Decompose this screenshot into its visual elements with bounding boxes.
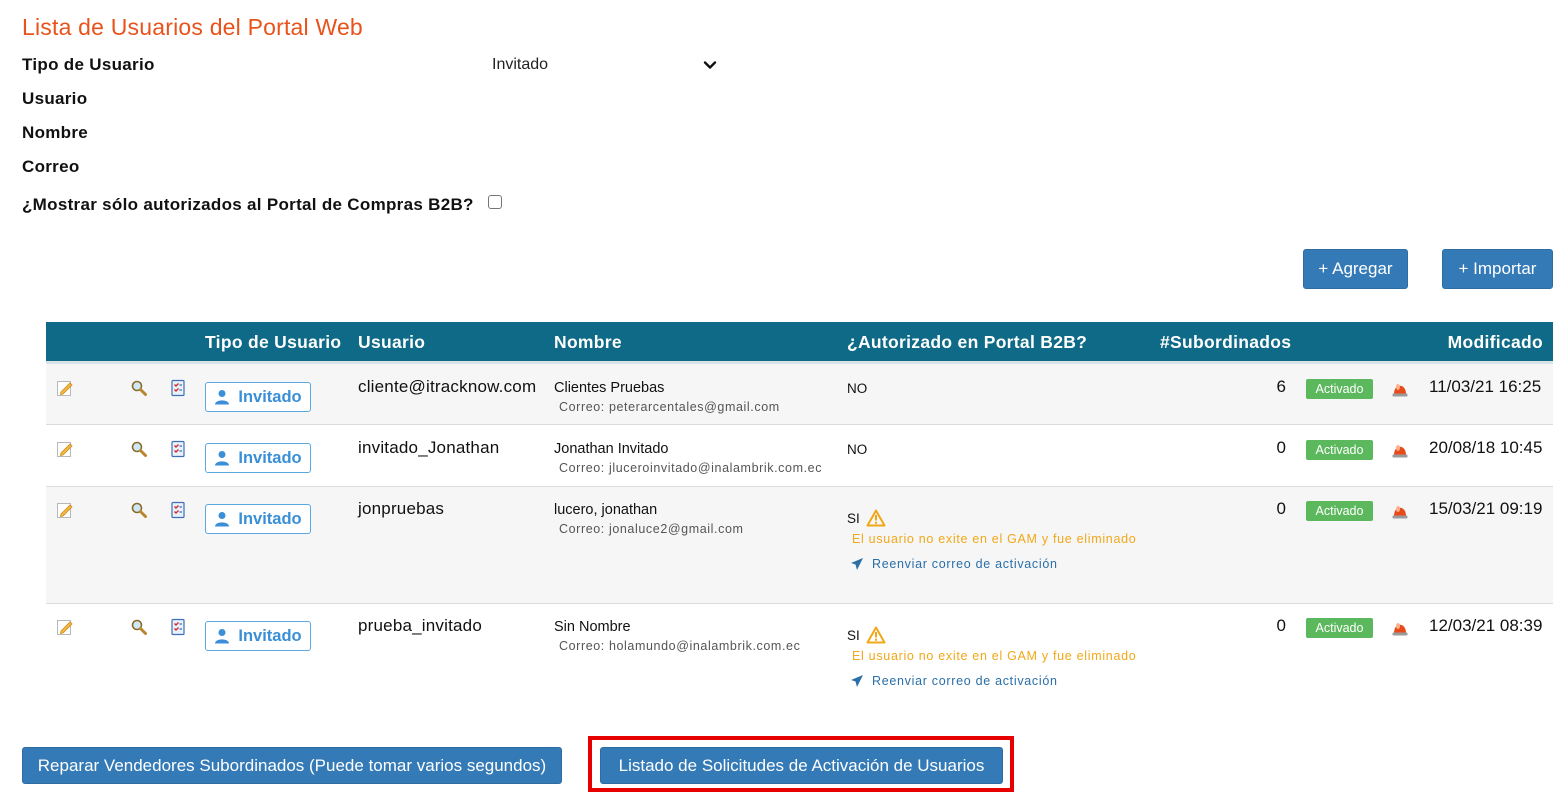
import-button[interactable]: + Importar <box>1442 249 1553 289</box>
role-label: Invitado <box>238 387 302 406</box>
table-row: Invitado cliente@itracknow.com Clientes … <box>46 364 1553 425</box>
table-row: Invitado invitado_Jonathan Jonathan Invi… <box>46 425 1553 487</box>
email-value: Correo: holamundo@inalambrik.com.ec <box>559 639 801 653</box>
user-type-select[interactable]: Invitado <box>486 52 722 78</box>
authorized-value: SI <box>847 510 860 526</box>
alarm-icon[interactable] <box>1391 439 1409 459</box>
warning-icon <box>866 509 886 527</box>
full-name: lucero, jonathan <box>554 502 658 518</box>
header-modified: Modificado <box>1447 332 1543 352</box>
name-label: Nombre <box>22 123 89 142</box>
role-label: Invitado <box>238 626 302 645</box>
authorized-only-label: ¿Mostrar sólo autorizados al Portal de C… <box>22 195 474 214</box>
role-button[interactable]: Invitado <box>205 504 311 534</box>
modified-date: 11/03/21 16:25 <box>1429 377 1542 396</box>
header-name: Nombre <box>554 332 622 352</box>
search-icon[interactable] <box>130 618 148 636</box>
resend-activation-label: Reenviar correo de activación <box>872 674 1058 688</box>
gam-warning-message: El usuario no exite en el GAM y fue elim… <box>852 532 1137 546</box>
authorized-value: NO <box>847 381 868 396</box>
email-value: Correo: jonaluce2@gmail.com <box>559 522 744 536</box>
alarm-icon[interactable] <box>1391 617 1409 637</box>
authorized-value: SI <box>847 627 860 643</box>
search-icon[interactable] <box>130 501 148 519</box>
edit-icon[interactable] <box>56 501 74 519</box>
warning-icon <box>866 626 886 644</box>
role-label: Invitado <box>238 509 302 528</box>
user-type-label: Tipo de Usuario <box>22 55 155 74</box>
send-icon <box>851 558 863 570</box>
full-name: Jonathan Invitado <box>554 441 669 457</box>
resend-activation-link[interactable]: Reenviar correo de activación <box>850 674 1058 688</box>
modified-date: 12/03/21 08:39 <box>1429 616 1543 635</box>
subordinates-count: 6 <box>1276 377 1286 396</box>
authorized-status: NO <box>847 442 867 457</box>
full-name: Sin Nombre <box>554 619 631 635</box>
role-button[interactable]: Invitado <box>205 382 311 412</box>
repair-subordinates-button[interactable]: Reparar Vendedores Subordinados (Puede t… <box>22 747 562 784</box>
modified-date: 20/08/18 10:45 <box>1429 438 1543 457</box>
user-icon <box>215 451 230 466</box>
header-user-type: Tipo de Usuario <box>205 332 342 352</box>
table-row: Invitado jonpruebas lucero, jonathan Cor… <box>46 487 1553 604</box>
user-icon <box>215 629 230 644</box>
header-authorized: ¿Autorizado en Portal B2B? <box>847 332 1088 352</box>
authorized-status: SI <box>847 626 886 644</box>
user-label: Usuario <box>22 89 88 108</box>
header-user: Usuario <box>358 332 426 352</box>
status-badge: Activado <box>1306 501 1373 521</box>
modified-date: 15/03/21 09:19 <box>1429 499 1543 518</box>
user-icon <box>215 512 230 527</box>
table-row: Invitado prueba_invitado Sin Nombre Corr… <box>46 604 1553 714</box>
role-button[interactable]: Invitado <box>205 621 311 651</box>
edit-icon[interactable] <box>56 379 74 397</box>
user-icon <box>215 390 230 405</box>
status-badge: Activado <box>1306 618 1373 638</box>
table-header: Tipo de Usuario Usuario Nombre ¿Autoriza… <box>46 322 1553 364</box>
checklist-icon[interactable] <box>169 440 187 458</box>
email-value: Correo: jluceroinvitado@inalambrik.com.e… <box>559 461 823 475</box>
checklist-icon[interactable] <box>169 501 187 519</box>
resend-activation-label: Reenviar correo de activación <box>872 557 1058 571</box>
search-icon[interactable] <box>130 440 148 458</box>
checklist-icon[interactable] <box>169 618 187 636</box>
user-type-selected-value: Invitado <box>492 56 549 73</box>
gam-warning-message: El usuario no exite en el GAM y fue elim… <box>852 649 1137 663</box>
send-icon <box>851 675 863 687</box>
subordinates-count: 0 <box>1276 438 1286 457</box>
edit-icon[interactable] <box>56 440 74 458</box>
username: invitado_Jonathan <box>358 438 500 457</box>
subordinates-count: 0 <box>1276 499 1286 518</box>
role-label: Invitado <box>238 448 302 467</box>
resend-activation-link[interactable]: Reenviar correo de activación <box>850 557 1058 571</box>
authorized-status: NO <box>847 381 867 396</box>
add-button[interactable]: + Agregar <box>1303 249 1408 289</box>
checklist-icon[interactable] <box>169 379 187 397</box>
authorized-value: NO <box>847 442 868 457</box>
header-subordinates: #Subordinados <box>1160 332 1292 352</box>
chevron-down-icon <box>703 61 717 69</box>
status-badge: Activado <box>1306 440 1373 460</box>
email-label: Correo <box>22 157 80 176</box>
username: cliente@itracknow.com <box>358 377 537 396</box>
email-value: Correo: peterarcentales@gmail.com <box>559 400 780 414</box>
role-button[interactable]: Invitado <box>205 443 311 473</box>
authorized-only-checkbox[interactable] <box>488 195 502 209</box>
activation-requests-button[interactable]: Listado de Solicitudes de Activación de … <box>600 747 1003 784</box>
alarm-icon[interactable] <box>1391 378 1409 398</box>
authorized-status: SI <box>847 509 886 527</box>
page-title: Lista de Usuarios del Portal Web <box>22 14 363 40</box>
status-badge: Activado <box>1306 379 1373 399</box>
edit-icon[interactable] <box>56 618 74 636</box>
search-icon[interactable] <box>130 379 148 397</box>
username: jonpruebas <box>358 499 445 518</box>
username: prueba_invitado <box>358 616 482 635</box>
alarm-icon[interactable] <box>1391 500 1409 520</box>
users-table: Tipo de Usuario Usuario Nombre ¿Autoriza… <box>46 322 1553 714</box>
full-name: Clientes Pruebas <box>554 380 665 396</box>
subordinates-count: 0 <box>1276 616 1286 635</box>
